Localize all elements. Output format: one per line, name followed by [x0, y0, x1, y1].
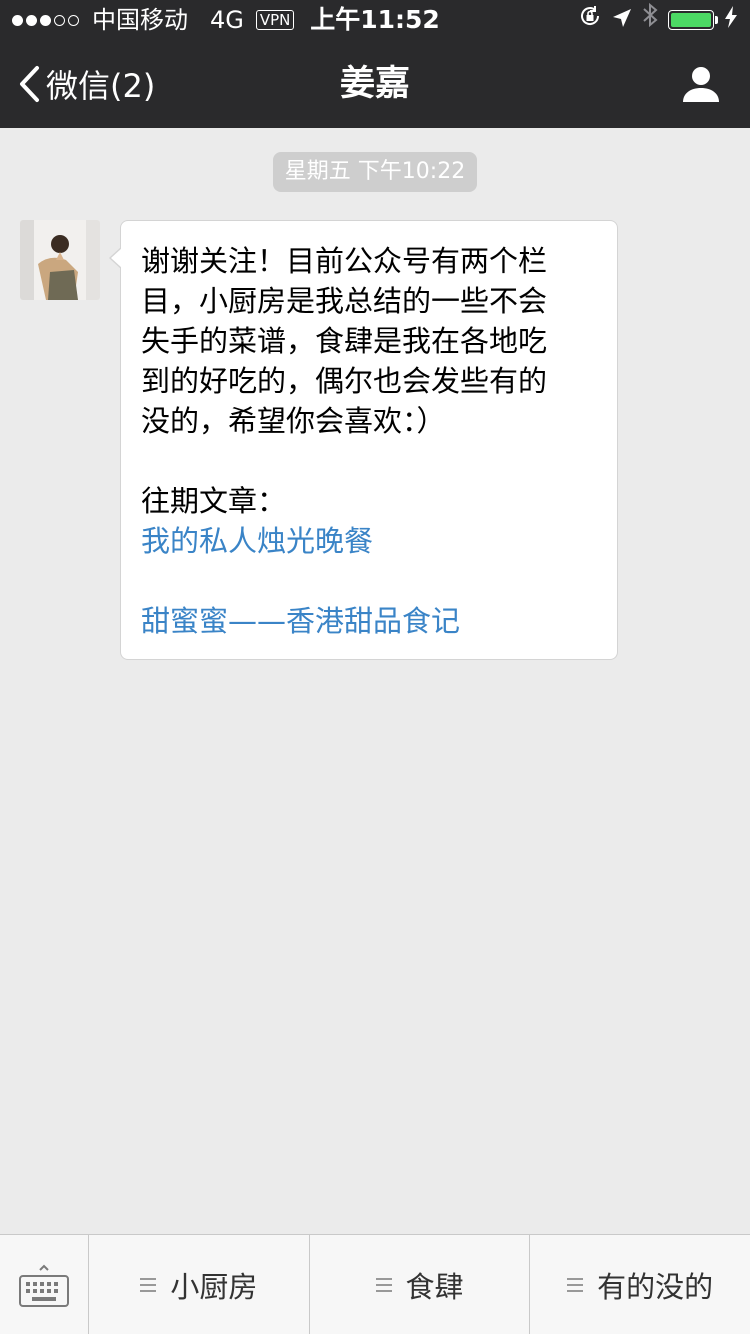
lock-rotation-icon	[578, 0, 602, 40]
article-link-2[interactable]: 甜蜜蜜——香港甜品食记	[141, 601, 599, 641]
article-link-1[interactable]: 我的私人烛光晚餐	[141, 521, 599, 561]
message-text: 谢谢关注！目前公众号有两个栏 目，小厨房是我总结的一些不会 失手的菜谱，食肆是我…	[141, 244, 548, 438]
profile-icon	[683, 67, 719, 102]
avatar[interactable]	[20, 220, 100, 300]
menu-list-icon	[140, 1276, 157, 1294]
chat-title: 姜嘉	[339, 64, 410, 104]
location-arrow-icon	[612, 0, 632, 40]
menu-item-label: 有的没的	[597, 1269, 714, 1304]
menu-item-label: 小厨房	[170, 1269, 258, 1304]
menu-list-icon	[567, 1276, 584, 1294]
past-articles-label: 往期文章：	[141, 484, 287, 518]
message-bubble[interactable]: 谢谢关注！目前公众号有两个栏 目，小厨房是我总结的一些不会 失手的菜谱，食肆是我…	[109, 220, 618, 660]
keyboard-toggle-button[interactable]	[0, 1235, 89, 1334]
menu-item-label: 食肆	[405, 1269, 464, 1304]
nav-bar: 微信(2) 姜嘉	[0, 40, 750, 128]
keyboard-icon	[19, 1264, 69, 1307]
top-bar: 中国移动 4G VPN 上午11:52 微信(2) 姜嘉	[0, 0, 750, 128]
timestamp-wrapper: 星期五 下午10:22	[0, 152, 750, 192]
message-timestamp: 星期五 下午10:22	[272, 152, 478, 192]
status-bar: 中国移动 4G VPN 上午11:52	[0, 0, 750, 40]
menu-item-misc[interactable]: 有的没的	[530, 1235, 750, 1334]
profile-button[interactable]	[682, 65, 720, 107]
charging-bolt-icon	[724, 0, 738, 40]
bottom-menu-bar: 小厨房 食肆 有的没的	[0, 1234, 750, 1334]
menu-list-icon	[375, 1276, 392, 1294]
menu-item-kitchen[interactable]: 小厨房	[89, 1235, 310, 1334]
bluetooth-icon	[642, 0, 658, 40]
battery-icon	[668, 10, 718, 30]
menu-item-eatery[interactable]: 食肆	[310, 1235, 531, 1334]
